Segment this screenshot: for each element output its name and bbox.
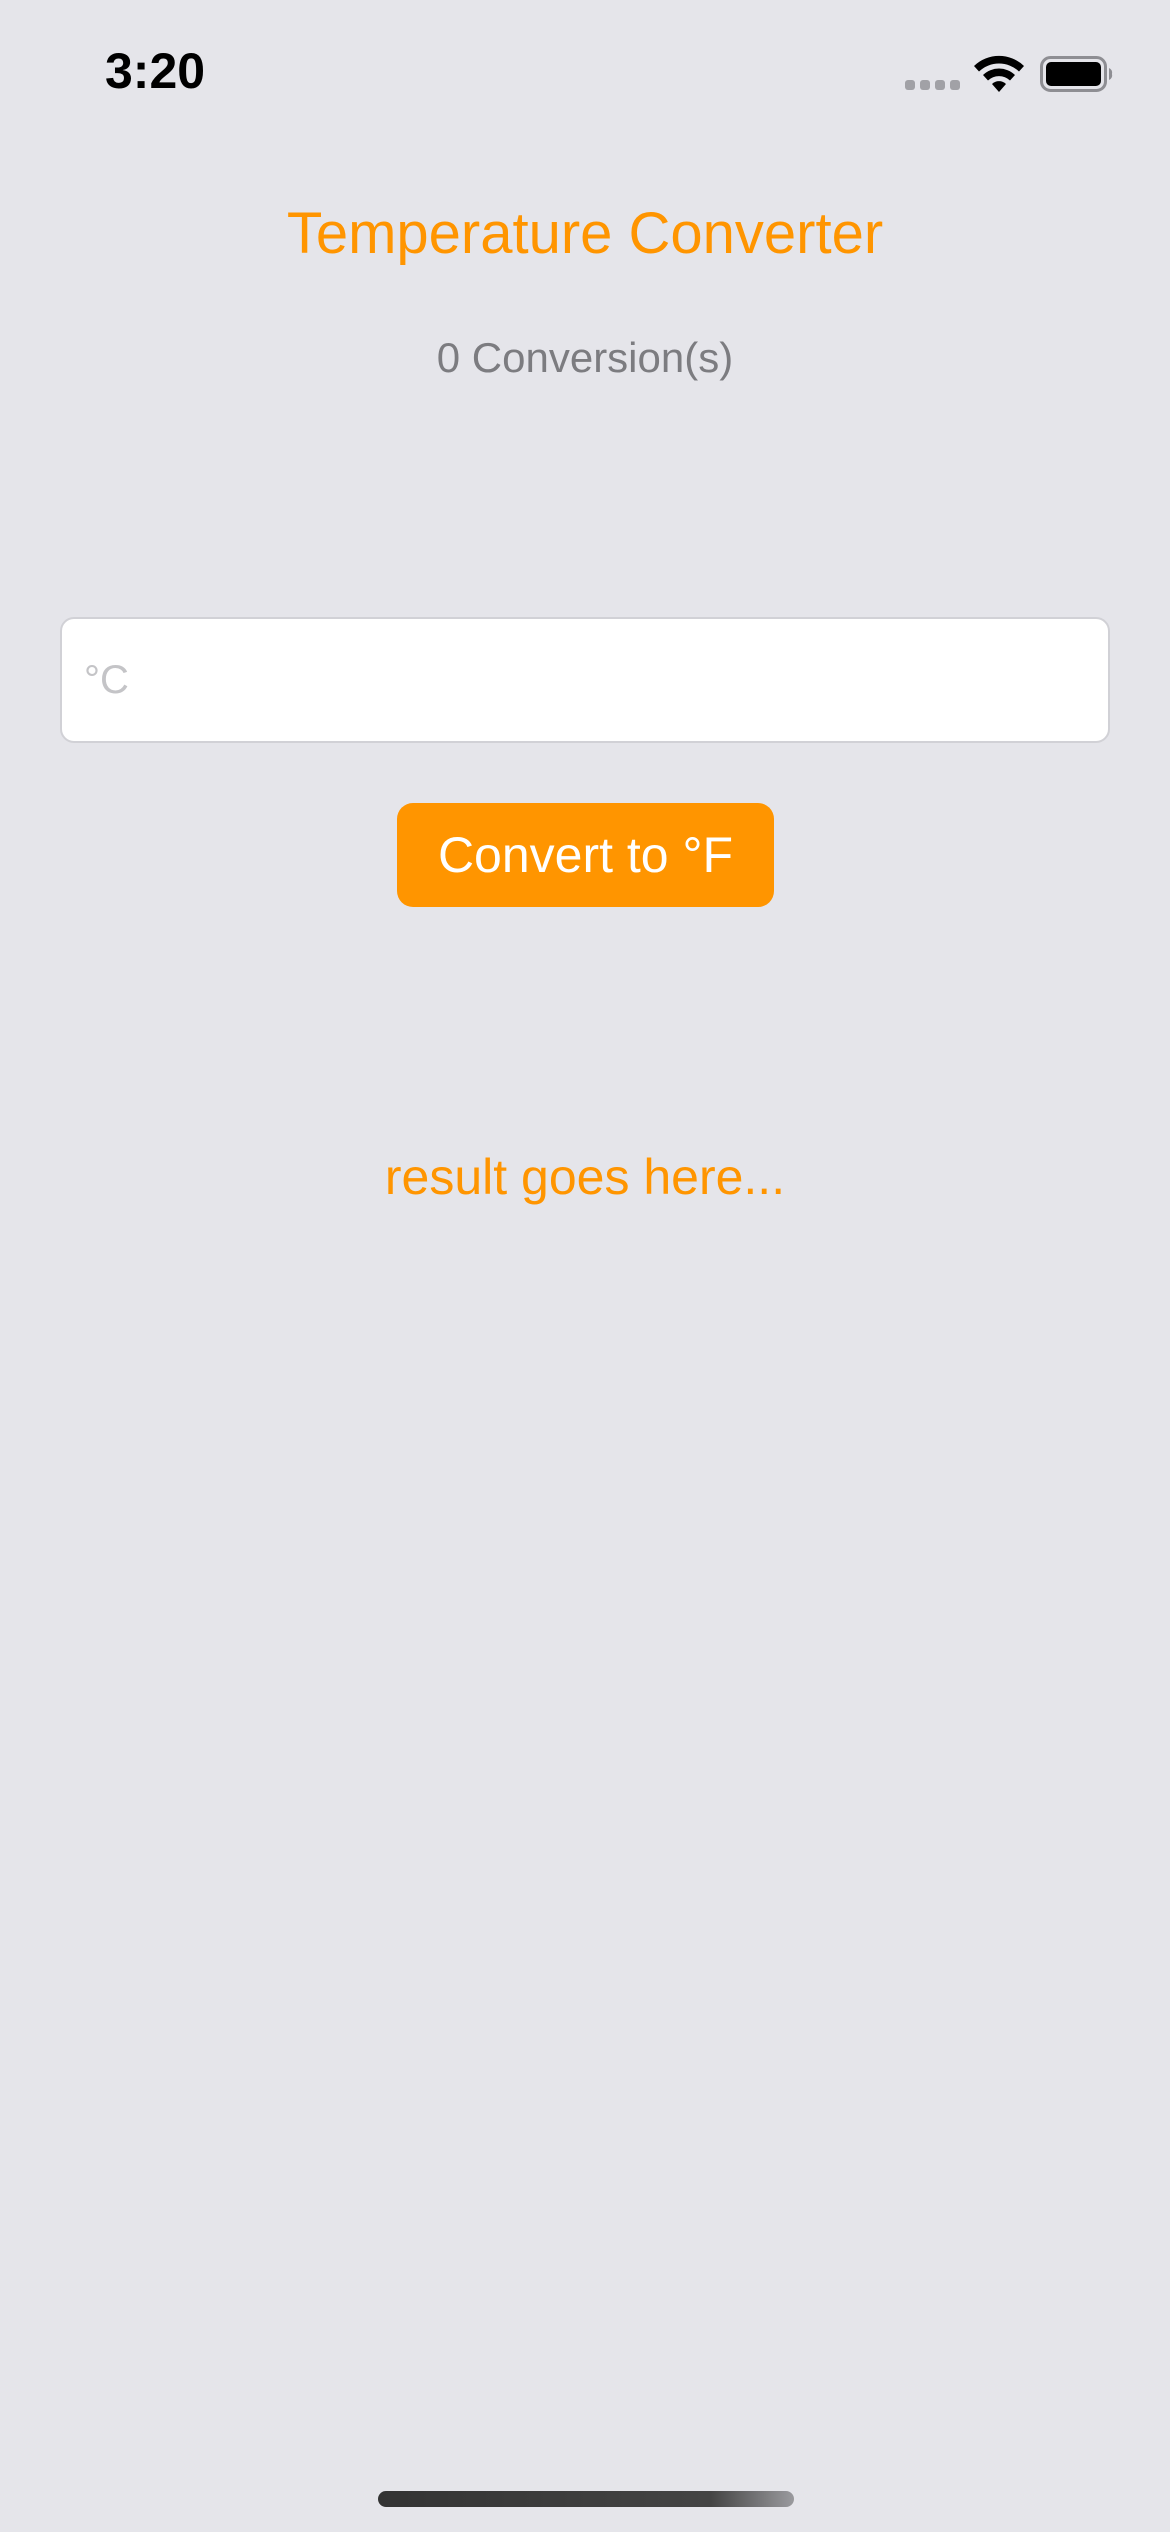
battery-icon — [1040, 56, 1113, 92]
page-title: Temperature Converter — [286, 201, 884, 266]
wifi-icon — [974, 55, 1024, 92]
celsius-input[interactable] — [60, 617, 1110, 743]
home-indicator[interactable] — [378, 2491, 794, 2507]
status-time: 3:20 — [105, 43, 206, 99]
status-bar: 3:20 — [0, 0, 1170, 150]
result-label: result goes here... — [384, 1149, 786, 1205]
conversion-count-label: 0 Conversion(s) — [436, 334, 734, 381]
convert-to-fahrenheit-button[interactable]: Convert to °F — [397, 803, 774, 907]
cellular-signal-icon — [905, 80, 961, 94]
